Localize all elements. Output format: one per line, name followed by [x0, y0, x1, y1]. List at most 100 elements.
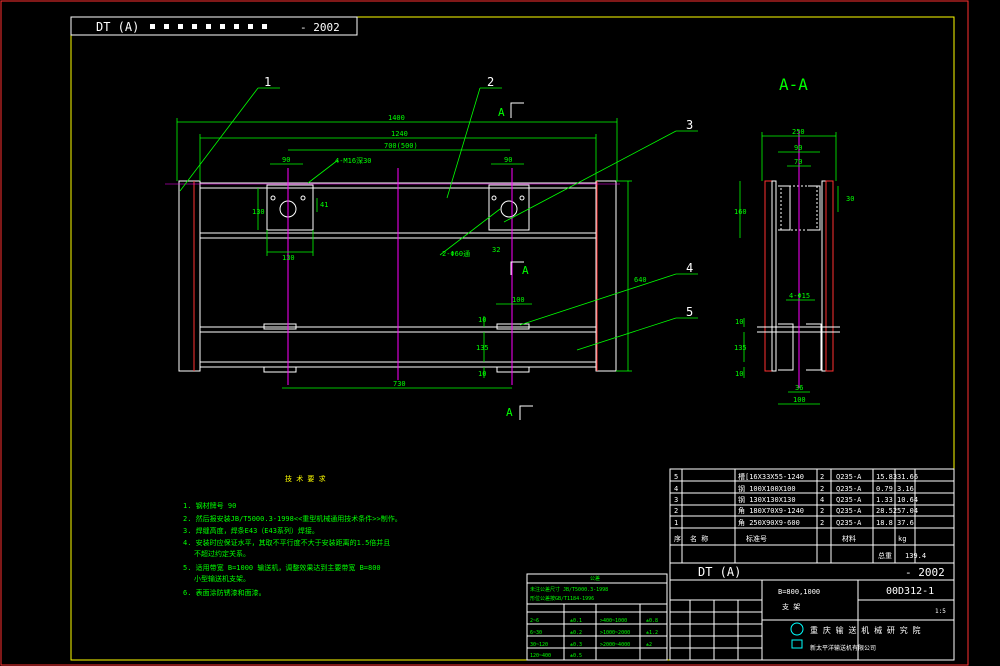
bom-total-label: 总重 — [878, 551, 892, 560]
bom-total: 31.66 — [897, 473, 918, 481]
tol-cell: ±0.1 — [570, 618, 582, 624]
sec-dim-10-top: 10 — [735, 318, 743, 326]
dim-1240: 1240 — [391, 130, 408, 138]
title-company: 新太平洋输送机有限公司 — [810, 644, 876, 652]
mount-plate-left — [266, 184, 314, 231]
tol-line-2: 形位公差按GB/T1184-1996 — [530, 595, 594, 602]
title-tag-code: DT (A) — [96, 20, 139, 34]
drawing-canvas: DT (A) - 2002 1400 1240 700(500) 90 90 1… — [0, 0, 969, 666]
bom-no: 3 — [674, 496, 678, 504]
slot-callout: 2-Φ60通 — [442, 249, 470, 258]
mount-plate-right — [488, 184, 530, 231]
section-letter-bottom: A — [506, 406, 513, 419]
dim-130-horizontal: 130 — [282, 254, 295, 262]
tol-cell: ±0.5 — [570, 653, 582, 659]
balloon-5: 5 — [686, 305, 693, 319]
dim-135: 135 — [476, 344, 489, 352]
sec-dim-160: 160 — [734, 208, 747, 216]
bom-header-name: 名 称 — [690, 534, 708, 543]
dim-100: 100 — [512, 296, 525, 304]
front-view — [165, 168, 620, 385]
bom-mat: Q235-A — [836, 496, 862, 504]
bom-unit: 1.33 — [876, 496, 893, 504]
technical-notes: 技 术 要 求 1. 钢材牌号 90 2. 然后报安装JB/T5000.3-19… — [183, 474, 402, 597]
sec-dim-4-holes: 4-Φ15 — [789, 292, 810, 300]
bom-name: 钢 130X130X130 — [738, 495, 796, 504]
bom-unit: 28.52 — [876, 507, 897, 515]
section-title: A-A — [779, 75, 808, 94]
dim-41: 41 — [320, 201, 328, 209]
bom-no: 5 — [674, 473, 678, 481]
bom-qty: 2 — [820, 519, 824, 527]
balloon-4: 4 — [686, 261, 693, 275]
sec-dim-30: 30 — [846, 195, 854, 203]
dim-10-top: 10 — [478, 316, 486, 324]
sec-dim-90: 90 — [794, 144, 802, 152]
bom-no: 2 — [674, 507, 678, 515]
dim-10-bottom: 10 — [478, 370, 486, 378]
bom-qty: 2 — [820, 473, 824, 481]
tol-cell: ±0.3 — [570, 642, 582, 648]
title-tag-cjk-glyphs — [150, 24, 267, 29]
note-4: 4. 安装时应保证水平，其取不平行度不大于安装距离的1.5倍并且 — [183, 538, 390, 547]
bom-mat: Q235-A — [836, 507, 862, 515]
note-3: 3. 焊缝高度，焊条E43（E43系列）焊接。 — [183, 526, 319, 535]
notes-heading: 技 术 要 求 — [285, 474, 326, 483]
bom-unit: 15.83 — [876, 473, 897, 481]
tol-cell: ±0.8 — [646, 618, 658, 624]
dim-90-left: 90 — [282, 156, 290, 164]
bom-header-std: 标准号 — [746, 534, 767, 543]
dim-32: 32 — [492, 246, 500, 254]
sec-dim-250: 250 — [792, 128, 805, 136]
note-2: 2. 然后报安装JB/T5000.3-1998<<重型机械通用技术条件>>制作。 — [183, 514, 402, 523]
outer-frame — [0, 0, 969, 666]
bom-unit: 0.79 — [876, 485, 893, 493]
bom-qty: 4 — [820, 496, 824, 504]
tol-cell: ±2 — [646, 642, 652, 648]
bom-mat: Q235-A — [836, 519, 862, 527]
section-view — [757, 130, 840, 388]
tol-cell: 120~400 — [530, 653, 551, 659]
tol-head: 公差 — [590, 575, 600, 582]
tol-cell: 2~6 — [530, 618, 539, 624]
bom-total: 3.16 — [897, 485, 914, 493]
section-dimensions — [739, 132, 839, 405]
dim-1400: 1400 — [388, 114, 405, 122]
bom-mat: Q235-A — [836, 473, 862, 481]
tol-cell: 30~120 — [530, 642, 548, 648]
title-tag-suffix: - 2002 — [300, 21, 340, 34]
bom-qty: 2 — [820, 507, 824, 515]
sec-dim-70: 70 — [794, 158, 802, 166]
note-4b: 不超过约定关系。 — [194, 549, 250, 558]
bom-header-mat: 材料 — [842, 534, 856, 543]
bom-unit: 18.8 — [876, 519, 893, 527]
tol-cell: ±1.2 — [646, 630, 658, 636]
title-institute: 重 庆 输 送 机 械 研 究 院 — [810, 625, 921, 635]
bom-total: 37.6 — [897, 519, 914, 527]
tol-line-1: 未注公差尺寸 JB/T5000.3-1998 — [530, 586, 608, 593]
sec-dim-135: 135 — [734, 344, 747, 352]
bom-name: 角 180X70X9-1240 — [738, 506, 804, 515]
bom-name: 槽[16X33X55-1240 — [738, 472, 804, 481]
bom-total: 57.04 — [897, 507, 918, 515]
title-code: DT (A) — [698, 565, 741, 579]
sec-dim-100: 100 — [793, 396, 806, 404]
tol-cell: >2000~4000 — [600, 642, 630, 648]
dim-730: 730 — [393, 380, 406, 388]
dim-700: 700(500) — [384, 142, 418, 150]
section-letter-top: A — [498, 106, 505, 119]
sec-dim-10-bottom: 10 — [735, 370, 743, 378]
bom-table — [669, 468, 955, 564]
title-block-text: DT (A) - 2002 B=800,1000 支 架 00D312-1 重 … — [698, 565, 946, 652]
balloon-3: 3 — [686, 118, 693, 132]
left-column — [178, 180, 201, 372]
section-letter-mid: A — [522, 264, 529, 277]
note-5: 5. 适用带宽 B=1000 输送机，调整效果达到主要带宽 B=800 — [183, 563, 381, 572]
title-series: - 2002 — [905, 566, 945, 579]
part-balloons: 1 2 3 4 5 — [264, 75, 693, 319]
title-belt: B=800,1000 — [778, 588, 820, 596]
bom-header-no: 序 — [674, 534, 681, 543]
hole-callout: 4-M16深30 — [335, 156, 372, 165]
tol-cell: >400~1000 — [600, 618, 627, 624]
bom-name: 角 250X90X9-600 — [738, 518, 800, 527]
